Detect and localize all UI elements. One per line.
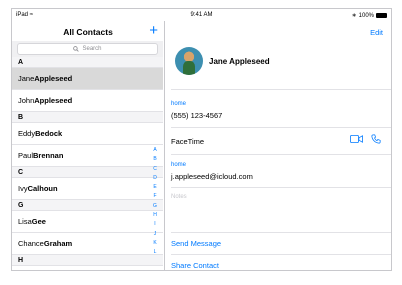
index-letter[interactable]: L: [154, 248, 157, 257]
divider: [171, 232, 391, 233]
divider: [171, 154, 391, 155]
email-label: home: [171, 162, 187, 168]
phone-label: home: [171, 101, 187, 107]
index-letter[interactable]: F: [153, 192, 156, 201]
section-header-g: G: [12, 200, 163, 211]
search-input[interactable]: Search: [17, 43, 158, 55]
sidebar-header: All Contacts +: [12, 21, 164, 43]
bluetooth-icon: ∗: [351, 13, 357, 19]
battery-icon: [376, 13, 387, 18]
contact-row-john-appleseed[interactable]: John Appleseed: [12, 90, 163, 112]
section-index[interactable]: A B C D E F G H I J K L: [150, 146, 160, 258]
battery-percent: 100%: [358, 12, 374, 19]
send-message-button[interactable]: Send Message: [171, 239, 221, 248]
divider: [171, 254, 391, 255]
contact-row-lisa-gee[interactable]: Lisa Gee: [12, 211, 163, 233]
contact-row-ivy-calhoun[interactable]: Ivy Calhoun: [12, 178, 163, 200]
video-camera-icon[interactable]: [350, 135, 363, 143]
share-contact-button[interactable]: Share Contact: [171, 261, 219, 270]
section-header-b: B: [12, 112, 163, 123]
index-letter[interactable]: G: [153, 202, 157, 211]
index-letter[interactable]: D: [153, 174, 157, 183]
email-address[interactable]: j.appleseed@icloud.com: [171, 172, 253, 181]
index-letter[interactable]: C: [153, 165, 157, 174]
phone-number[interactable]: (555) 123-4567: [171, 111, 222, 120]
divider: [171, 187, 391, 188]
index-letter[interactable]: B: [153, 155, 156, 164]
sidebar-title: All Contacts: [63, 27, 113, 37]
phone-icon[interactable]: [371, 134, 381, 144]
facetime-label: FaceTime: [171, 137, 205, 146]
search-icon: [73, 46, 80, 52]
edit-button[interactable]: Edit: [370, 28, 383, 37]
search-placeholder: Search: [82, 46, 102, 52]
contact-row-eddy-bedock[interactable]: Eddy Bedock: [12, 123, 163, 145]
divider: [171, 89, 391, 90]
status-time: 9:41 AM: [190, 12, 213, 18]
section-header-h: H: [12, 255, 163, 266]
index-letter[interactable]: I: [154, 220, 155, 229]
contact-detail: Edit Jane Appleseed home (555) 123-4567 …: [165, 21, 391, 270]
divider: [171, 127, 391, 128]
ipad-screen: iPad ≈ 9:41 AM ∗ 100% All Contacts + Sea…: [11, 8, 392, 271]
contact-row-chance-graham[interactable]: Chance Graham: [12, 233, 163, 255]
avatar: [175, 47, 203, 75]
add-contact-button[interactable]: +: [149, 22, 158, 40]
index-letter[interactable]: A: [153, 146, 156, 155]
contact-row-paul-brennan[interactable]: Paul Brennan: [12, 145, 163, 167]
contact-row-jane-appleseed[interactable]: Jane Appleseed: [12, 68, 163, 90]
index-letter[interactable]: E: [153, 183, 156, 192]
contacts-sidebar: All Contacts + Search A Jane Appleseed J…: [12, 21, 165, 270]
notes-field[interactable]: Notes: [171, 194, 187, 200]
section-header-c: C: [12, 167, 163, 178]
index-letter[interactable]: K: [153, 239, 156, 248]
index-letter[interactable]: H: [153, 211, 157, 220]
status-bar: iPad ≈ 9:41 AM ∗ 100%: [12, 9, 391, 21]
section-header-a: A: [12, 57, 163, 68]
contact-list[interactable]: A Jane Appleseed John Appleseed B Eddy B…: [12, 57, 163, 266]
contact-name: Jane Appleseed: [209, 57, 270, 66]
index-letter[interactable]: J: [154, 230, 157, 239]
